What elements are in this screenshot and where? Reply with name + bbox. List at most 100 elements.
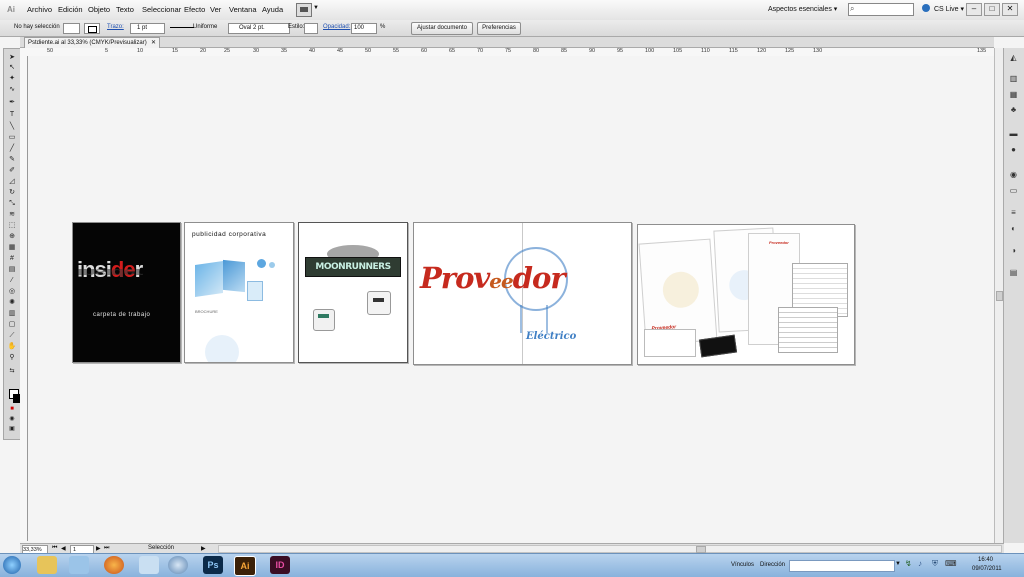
close-tab-icon[interactable]: ✕ xyxy=(151,38,156,48)
start-button-icon[interactable] xyxy=(3,556,21,574)
hand-tool-icon[interactable]: ✋ xyxy=(7,343,17,351)
color-mode-icon[interactable]: ■ xyxy=(7,405,17,413)
lasso-tool-icon[interactable]: ∿ xyxy=(7,86,17,94)
line-tool-icon[interactable]: ╲ xyxy=(7,123,17,131)
artboard-insider[interactable]: insider insider carpeta de trabajo xyxy=(72,222,181,363)
stroke-link[interactable]: Trazo: xyxy=(107,24,124,30)
blob-brush-tool-icon[interactable]: ✐ xyxy=(7,167,17,175)
cslive-icon[interactable] xyxy=(922,4,930,12)
menu-ver[interactable]: Ver xyxy=(210,5,221,14)
pencil-tool-icon[interactable]: ✎ xyxy=(7,156,17,164)
rotate-tool-icon[interactable]: ↻ xyxy=(7,189,17,197)
symbols-icon[interactable]: ▬ xyxy=(1008,129,1019,139)
chevron-down-icon[interactable]: ▼ xyxy=(313,5,319,11)
menu-efecto[interactable]: Efecto xyxy=(184,5,205,14)
address-dropdown-icon[interactable]: ▼ xyxy=(895,561,901,567)
menu-seleccionar[interactable]: Seleccionar xyxy=(142,5,181,14)
zoom-tool-icon[interactable]: ⚲ xyxy=(7,354,17,362)
menu-archivo[interactable]: Archivo xyxy=(27,5,52,14)
stroke-weight-field[interactable]: 1 pt xyxy=(130,23,165,34)
opacity-field[interactable]: 100 xyxy=(351,23,377,34)
search-input[interactable]: ⌕ xyxy=(848,3,914,16)
artboard-proveedor[interactable]: Proveedor Eléctrico xyxy=(413,222,632,365)
last-page-icon[interactable]: ⏭ xyxy=(104,545,109,552)
type-tool-icon[interactable]: T xyxy=(7,111,17,119)
color-panel-icon[interactable]: ▥ xyxy=(1008,74,1019,84)
color-guide-icon[interactable]: ◭ xyxy=(1008,53,1019,63)
slice-tool-icon[interactable]: ⟋ xyxy=(7,332,17,340)
scrollbar-thumb[interactable] xyxy=(996,291,1003,301)
document-setup-button[interactable]: Ajustar documento xyxy=(411,22,473,35)
illustrator-icon[interactable]: Ai xyxy=(234,556,256,576)
brush-select[interactable]: Oval 2 pt. xyxy=(228,23,290,34)
eraser-tool-icon[interactable]: ◿ xyxy=(7,178,17,186)
direct-selection-tool-icon[interactable]: ↖ xyxy=(7,64,17,72)
artboard-moonrunners[interactable]: MOONRUNNERS xyxy=(298,222,408,363)
shape-builder-tool-icon[interactable]: ⊕ xyxy=(7,233,17,241)
eyedropper-tool-icon[interactable]: ⁄ xyxy=(7,277,17,285)
opacity-link[interactable]: Opacidad: xyxy=(323,24,350,30)
address-input[interactable] xyxy=(789,560,895,572)
scrollbar-thumb[interactable] xyxy=(696,546,706,553)
menu-texto[interactable]: Texto xyxy=(116,5,134,14)
menu-ventana[interactable]: Ventana xyxy=(229,5,257,14)
appearance-icon[interactable]: ◉ xyxy=(1008,170,1019,180)
artboard-tool-icon[interactable]: ▢ xyxy=(7,321,17,329)
warp-tool-icon[interactable]: ≋ xyxy=(7,211,17,219)
preferences-button[interactable]: Preferencias xyxy=(477,22,521,35)
artboard-publicidad[interactable]: publicidad corporativa BROCHURE xyxy=(184,222,294,363)
mesh-tool-icon[interactable]: # xyxy=(7,255,17,263)
tray-shield-icon[interactable]: ⛨ xyxy=(932,559,938,569)
minimize-button[interactable]: – xyxy=(966,3,982,16)
canvas[interactable]: insider insider carpeta de trabajo publi… xyxy=(28,56,994,541)
transparency-icon[interactable]: ◑ xyxy=(1008,246,1019,256)
menu-edicion[interactable]: Edición xyxy=(58,5,83,14)
menu-ayuda[interactable]: Ayuda xyxy=(262,5,283,14)
previous-page-icon[interactable]: ◀ xyxy=(61,545,66,552)
tray-keyboard-icon[interactable]: ⌨ xyxy=(945,559,957,568)
artboards-panel-icon[interactable]: ▤ xyxy=(1008,268,1019,278)
stroke-panel-icon[interactable]: ≡ xyxy=(1008,208,1019,218)
indesign-icon[interactable]: ID xyxy=(270,556,290,574)
graphic-styles-icon[interactable]: ● xyxy=(1008,145,1019,155)
tray-network-icon[interactable]: ↯ xyxy=(905,559,912,568)
stroke-color-field[interactable] xyxy=(84,23,100,34)
clock-time[interactable]: 16:40 xyxy=(978,557,993,563)
blend-tool-icon[interactable]: ◎ xyxy=(7,288,17,296)
vertical-scrollbar[interactable] xyxy=(994,48,1003,543)
folder-icon[interactable] xyxy=(37,556,57,574)
document-tab[interactable]: Pstdiente.ai al 33,33% (CMYK/Previsualiz… xyxy=(24,37,160,48)
media-player-icon[interactable] xyxy=(168,556,188,574)
vertical-ruler[interactable] xyxy=(20,56,28,541)
artboard-stationery[interactable]: Proveedor Proveedor xyxy=(637,224,855,365)
gradient-panel-icon[interactable]: ◐ xyxy=(1008,224,1019,234)
perspective-grid-tool-icon[interactable]: ▦ xyxy=(7,244,17,252)
cslive-menu[interactable]: CS Live ▾ xyxy=(934,5,964,13)
layers-icon[interactable]: ▭ xyxy=(1008,186,1019,196)
style-select[interactable] xyxy=(304,23,318,34)
tray-volume-icon[interactable]: ♪ xyxy=(918,559,922,568)
maximize-button[interactable]: □ xyxy=(984,3,1000,16)
menu-objeto[interactable]: Objeto xyxy=(88,5,110,14)
drawing-mode-icon[interactable]: ◉ xyxy=(7,415,17,423)
horizontal-scrollbar[interactable] xyxy=(218,545,1002,553)
links-label[interactable]: Vínculos xyxy=(731,562,754,568)
photoshop-icon[interactable]: Ps xyxy=(203,556,223,574)
stroke-profile-select[interactable]: Uniforme xyxy=(193,24,217,30)
arrange-documents-button[interactable] xyxy=(296,3,312,17)
magic-wand-tool-icon[interactable]: ✦ xyxy=(7,75,17,83)
brushes-icon[interactable]: ♣ xyxy=(1008,105,1019,115)
gradient-tool-icon[interactable]: ▤ xyxy=(7,266,17,274)
messenger-icon[interactable] xyxy=(139,556,159,574)
swatches-icon[interactable]: ▦ xyxy=(1008,90,1019,100)
column-graph-tool-icon[interactable]: ▥ xyxy=(7,310,17,318)
rectangle-tool-icon[interactable]: ▭ xyxy=(7,134,17,142)
paintbrush-tool-icon[interactable]: ╱ xyxy=(7,145,17,153)
free-transform-tool-icon[interactable]: ⬚ xyxy=(7,222,17,230)
scale-tool-icon[interactable]: ⤡ xyxy=(7,200,17,208)
next-page-icon[interactable]: ▶ xyxy=(96,545,101,552)
firefox-icon[interactable] xyxy=(104,556,124,574)
swap-colors-icon[interactable]: ⇆ xyxy=(7,367,17,375)
clock-date[interactable]: 09/07/2011 xyxy=(972,566,1002,572)
symbol-sprayer-tool-icon[interactable]: ✺ xyxy=(7,299,17,307)
